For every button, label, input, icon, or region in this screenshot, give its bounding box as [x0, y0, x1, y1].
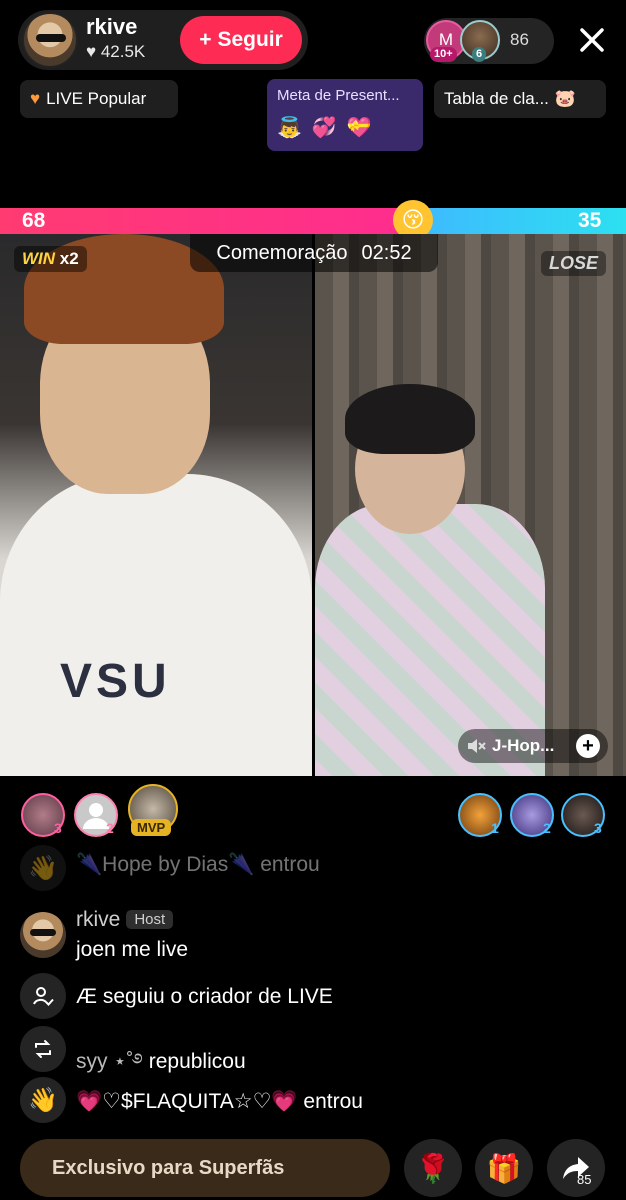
lose-label: LOSE: [541, 251, 607, 276]
superfans-label: Exclusivo para Superfãs: [52, 1156, 285, 1179]
win-label: WIN x2: [14, 246, 87, 272]
ranking-avatar-icon: 🐷: [554, 89, 577, 108]
chat-join-message: 💗♡$FLAQUITA☆♡💗 entrou: [76, 1090, 363, 1113]
chat-username-text: rkive: [76, 908, 121, 931]
ranking-button[interactable]: Tabla de cla... 🐷: [434, 80, 606, 118]
viewer-level-badge-1: 10+: [430, 47, 457, 62]
battle-score-bar: [0, 208, 626, 234]
ranking-label: Tabla de cla...: [444, 89, 549, 108]
close-icon[interactable]: [576, 24, 608, 56]
gift-angel-icon: 👼: [277, 117, 302, 139]
share-button[interactable]: [547, 1139, 605, 1197]
shirt-print: VSU: [60, 655, 171, 708]
left-supporter-rank: 3: [54, 820, 62, 836]
host-shirt: [0, 474, 312, 776]
repost-icon: [20, 1026, 66, 1072]
chat-host-avatar[interactable]: [20, 912, 66, 958]
gift-rose-heart-icon: 💝: [346, 117, 372, 139]
guest-video[interactable]: [315, 234, 626, 776]
timer-label: Comemoração: [216, 241, 348, 264]
right-supporter-rank: 3: [594, 820, 602, 836]
follow-button-label: Seguir: [217, 28, 283, 51]
left-supporter-rank: 2: [106, 820, 114, 836]
repost-username[interactable]: syy ⋆˚࿔: [76, 1050, 143, 1073]
host-avatar[interactable]: [22, 12, 78, 68]
timer-value: 02:52: [361, 241, 412, 264]
superfans-input[interactable]: Exclusivo para Superfãs: [20, 1139, 390, 1197]
right-supporter-rank: 1: [491, 820, 499, 836]
gift-tiktok-heart-icon: 💞: [311, 117, 337, 139]
repost-text: republicou: [148, 1050, 246, 1073]
live-popular-chip[interactable]: ♥ LIVE Popular: [20, 80, 178, 118]
gift-goal-card[interactable]: Meta de Present... 👼 💞 💝: [267, 79, 423, 151]
host-video[interactable]: VSU: [0, 234, 312, 776]
left-score: 68: [22, 209, 46, 232]
battle-timer: Comemoração 02:52: [190, 234, 438, 272]
mvp-badge: MVP: [131, 819, 172, 836]
chat-follow-message: Æ seguiu o criador de LIVE: [76, 985, 333, 1008]
rose-icon: 🌹: [415, 1152, 451, 1184]
win-word: WIN: [22, 249, 56, 268]
chat-join-message: 🌂Hope by Dias🌂 entrou: [76, 853, 320, 876]
live-popular-label: LIVE Popular: [46, 89, 147, 108]
host-name[interactable]: rkive: [86, 14, 137, 40]
host-tag: Host: [126, 910, 174, 929]
follow-guest-plus-icon[interactable]: +: [576, 734, 600, 758]
heart-icon: ♥: [30, 89, 41, 108]
muted-speaker-icon: [468, 739, 486, 753]
score-bar-left: [0, 208, 413, 234]
guest-name: J-Hop...: [492, 736, 555, 755]
gift-goal-title: Meta de Present...: [277, 87, 400, 104]
follow-button[interactable]: + Seguir: [180, 16, 302, 64]
gift-button[interactable]: 🎁: [475, 1139, 533, 1197]
gift-box-icon: 🎁: [486, 1152, 522, 1184]
plus-icon: +: [199, 28, 212, 51]
chat-message: joen me live: [76, 938, 189, 961]
viewer-count[interactable]: 86: [510, 30, 529, 50]
viewer-level-badge-2: 6: [472, 47, 487, 62]
chat-username[interactable]: rkive Host: [76, 908, 174, 932]
right-score: 35: [578, 209, 602, 232]
wave-icon: 👋: [20, 1077, 66, 1123]
guest-hair: [345, 384, 475, 454]
rose-gift-button[interactable]: 🌹: [404, 1139, 462, 1197]
win-multiplier: x2: [59, 249, 79, 268]
host-likes-count: ♥ 42.5K: [86, 42, 146, 61]
follow-user-icon: [20, 973, 66, 1019]
wave-icon: 👋: [20, 845, 66, 891]
share-count: 85: [577, 1172, 592, 1187]
right-supporter-rank: 2: [543, 820, 551, 836]
